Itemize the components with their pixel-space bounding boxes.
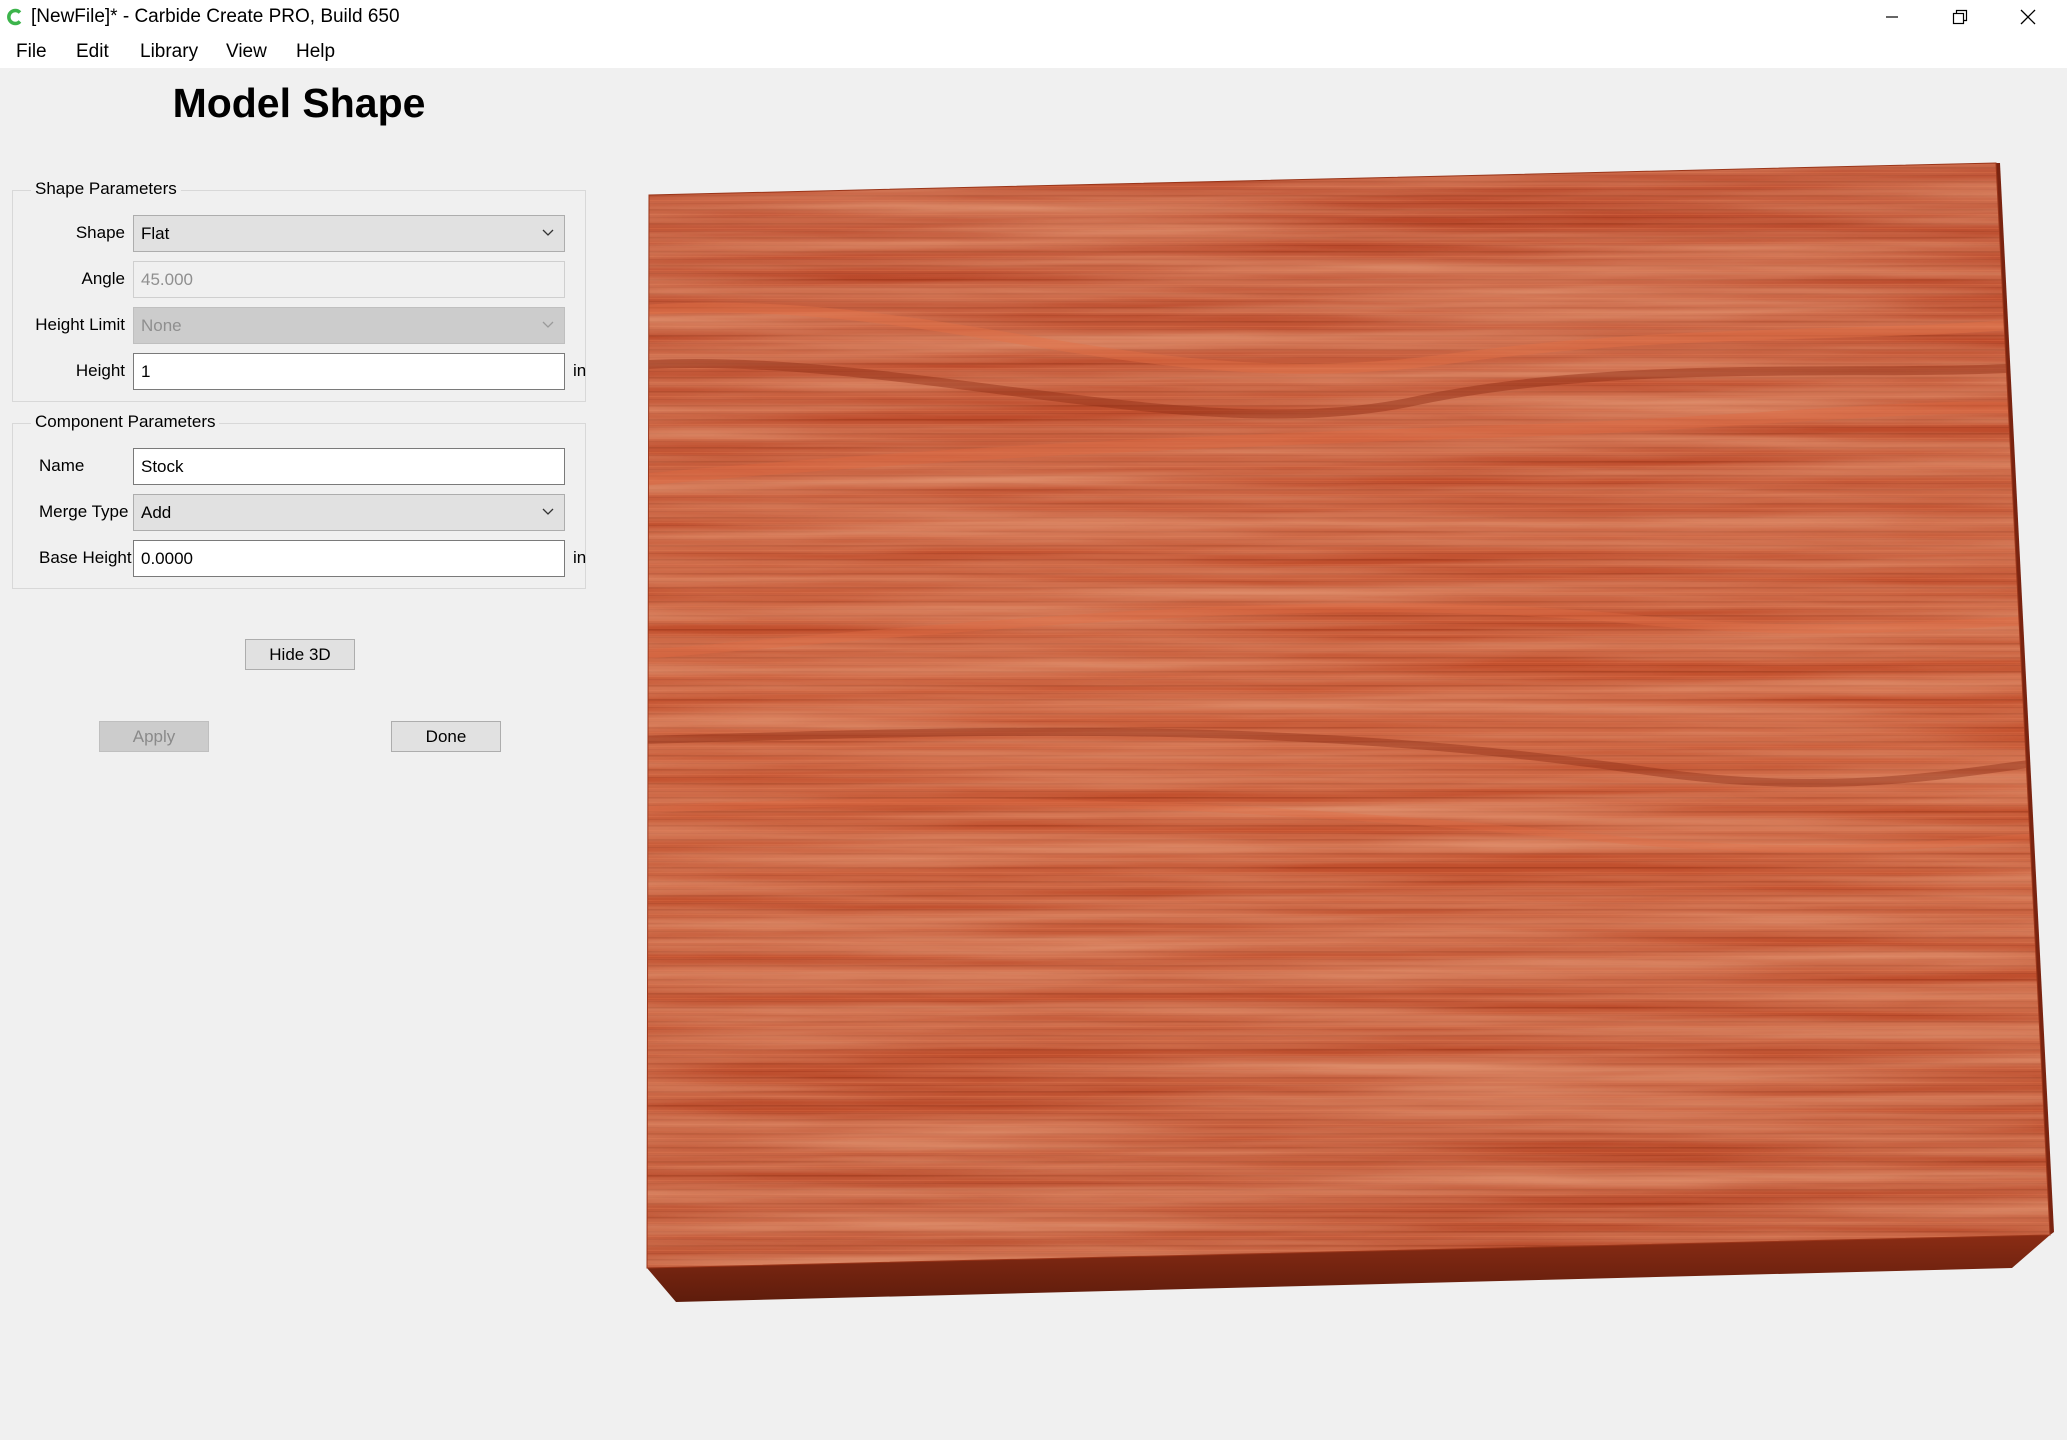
shape-label: Shape bbox=[75, 223, 125, 242]
close-button[interactable] bbox=[1994, 0, 2062, 34]
apply-button: Apply bbox=[99, 721, 209, 752]
menu-help[interactable]: Help bbox=[296, 41, 335, 63]
shape-parameters-group: Shape Parameters Shape Flat Angle 45.000… bbox=[12, 179, 587, 402]
angle-field: 45.000 bbox=[133, 261, 565, 298]
done-button[interactable]: Done bbox=[391, 721, 501, 752]
merge-type-select[interactable]: Add bbox=[133, 494, 565, 531]
3d-preview-viewport[interactable] bbox=[640, 150, 2060, 1310]
restore-icon bbox=[1952, 9, 1968, 25]
base-height-field[interactable]: 0.0000 bbox=[133, 540, 565, 577]
minimize-button[interactable] bbox=[1858, 0, 1926, 34]
height-field[interactable]: 1 bbox=[133, 353, 565, 390]
group-title: Component Parameters bbox=[31, 412, 220, 432]
height-label: Height bbox=[75, 361, 125, 380]
angle-label: Angle bbox=[81, 269, 125, 288]
name-label: Name bbox=[39, 456, 85, 475]
chevron-down-icon bbox=[542, 229, 554, 236]
stock-top-face bbox=[647, 163, 2050, 1268]
menu-bar: File Edit Library View Help bbox=[0, 34, 2067, 68]
name-field[interactable]: Stock bbox=[133, 448, 565, 485]
component-parameters-group: Component Parameters Name Stock Merge Ty… bbox=[12, 412, 587, 589]
height-unit: in bbox=[573, 361, 587, 380]
base-height-unit: in bbox=[573, 548, 587, 567]
carbide-create-app-icon bbox=[7, 8, 22, 26]
merge-type-value: Add bbox=[141, 502, 172, 522]
chevron-down-icon bbox=[542, 508, 554, 515]
minimize-icon bbox=[1886, 16, 1898, 18]
height-limit-label: Height Limit bbox=[35, 315, 125, 334]
title-bar: [NewFile]* - Carbide Create PRO, Build 6… bbox=[0, 0, 2067, 34]
height-limit-value: None bbox=[141, 315, 182, 335]
name-value: Stock bbox=[141, 456, 184, 476]
menu-library[interactable]: Library bbox=[140, 41, 198, 63]
hide-3d-button[interactable]: Hide 3D bbox=[245, 639, 355, 670]
menu-file[interactable]: File bbox=[16, 41, 47, 63]
window-title: [NewFile]* - Carbide Create PRO, Build 6… bbox=[31, 6, 400, 27]
close-icon bbox=[2020, 9, 2036, 25]
merge-type-label: Merge Type bbox=[39, 502, 129, 521]
menu-edit[interactable]: Edit bbox=[76, 41, 109, 63]
shape-select[interactable]: Flat bbox=[133, 215, 565, 252]
page-title: Model Shape bbox=[172, 80, 426, 126]
angle-value: 45.000 bbox=[141, 269, 193, 289]
height-limit-select: None bbox=[133, 307, 565, 344]
height-value: 1 bbox=[141, 361, 151, 381]
shape-select-value: Flat bbox=[141, 223, 170, 243]
restore-button[interactable] bbox=[1926, 0, 1994, 34]
base-height-label: Base Height bbox=[39, 548, 132, 567]
chevron-down-icon bbox=[542, 321, 554, 328]
group-title: Shape Parameters bbox=[31, 179, 181, 199]
base-height-value: 0.0000 bbox=[141, 548, 193, 568]
menu-view[interactable]: View bbox=[226, 41, 267, 63]
